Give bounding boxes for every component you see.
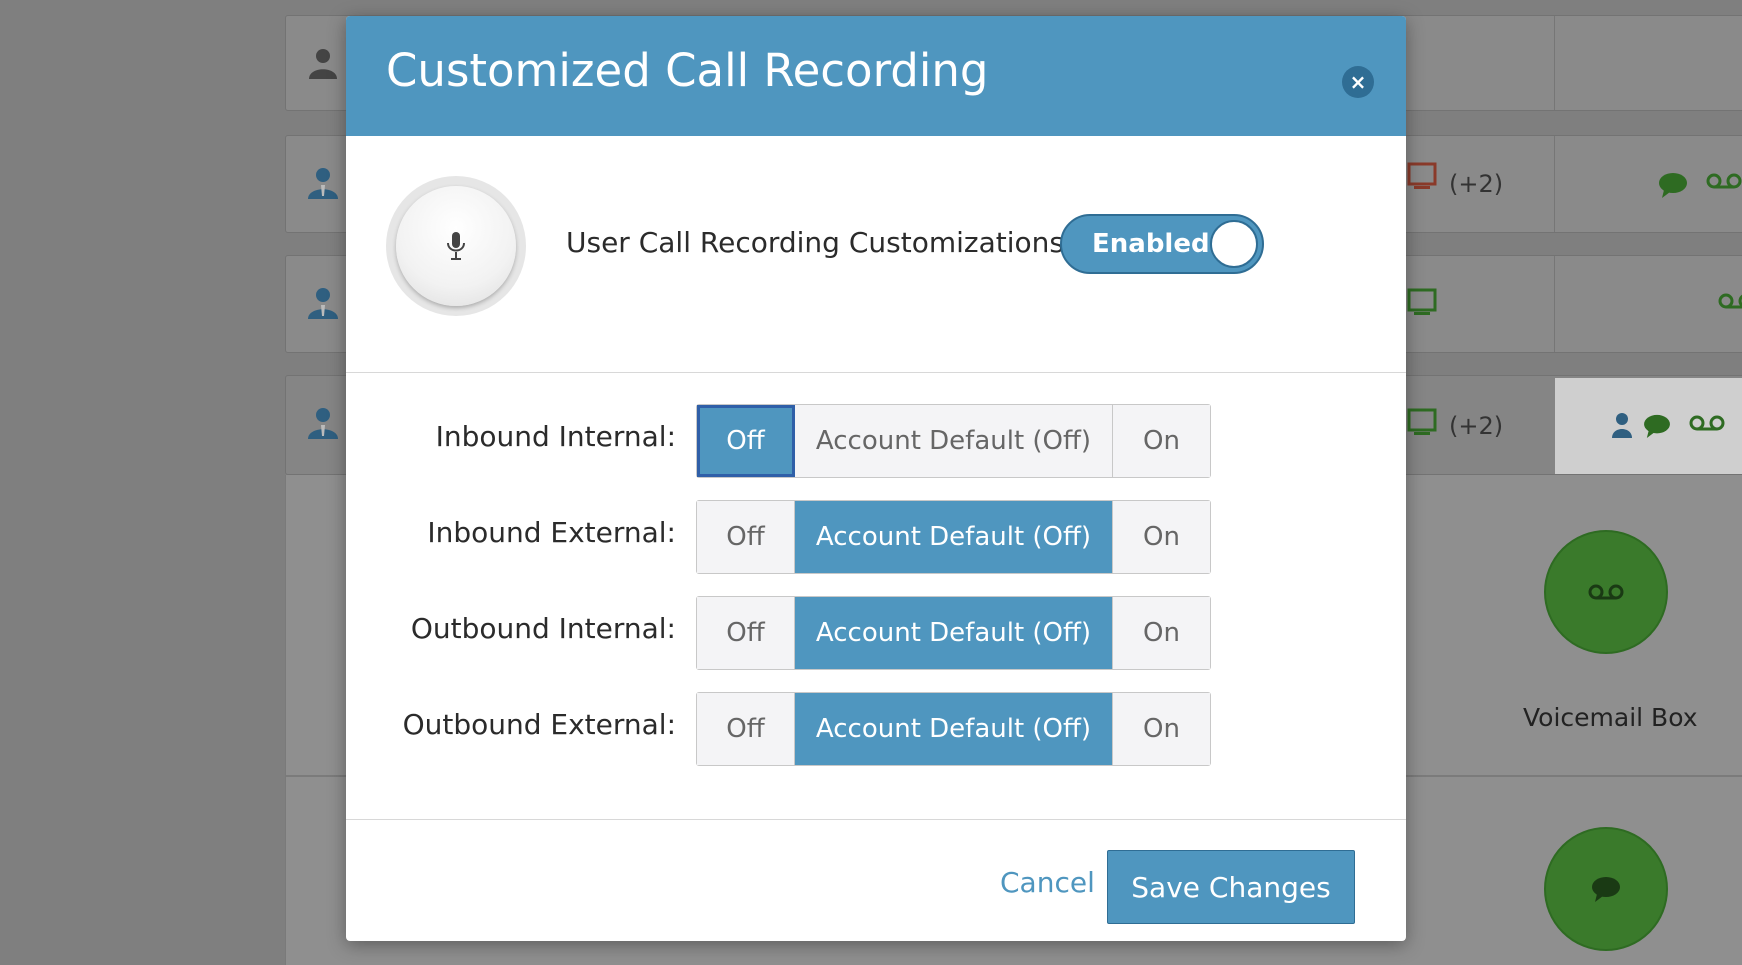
microphone-icon: [447, 232, 465, 260]
segmented-control: Off Account Default (Off) On: [696, 404, 1211, 478]
option-off[interactable]: Off: [697, 405, 795, 477]
modal-title: Customized Call Recording: [386, 44, 989, 97]
phone-screen-icon: [1407, 288, 1437, 315]
setting-row-outbound-internal: Outbound Internal: Off Account Default (…: [346, 596, 1406, 672]
option-on[interactable]: On: [1113, 693, 1210, 765]
option-on[interactable]: On: [1113, 405, 1210, 477]
option-account-default[interactable]: Account Default (Off): [795, 693, 1113, 765]
voicemail-icon: [1706, 173, 1742, 189]
user-icon: [1612, 413, 1632, 438]
voicemail-icon: [1689, 415, 1725, 431]
recording-customizations-label: User Call Recording Customizations: [566, 226, 1064, 259]
voicemail-icon: [1718, 293, 1742, 309]
chat-icon: [1592, 877, 1620, 902]
modal-header: Customized Call Recording ×: [346, 16, 1406, 136]
user-tie-icon: [308, 168, 338, 199]
row-label: Inbound Internal:: [435, 420, 676, 453]
recording-settings: Inbound Internal: Off Account Default (O…: [346, 373, 1406, 820]
option-account-default[interactable]: Account Default (Off): [795, 597, 1113, 669]
user-tie-icon: [308, 288, 338, 319]
user-tie-icon: [308, 408, 338, 439]
phone-screen-icon: [1407, 408, 1437, 435]
chat-icon: [1659, 173, 1687, 198]
voicemail-box-label: Voicemail Box: [1523, 703, 1698, 732]
row-label: Inbound External:: [427, 516, 676, 549]
user-icon: [309, 49, 337, 79]
toggle-label: Enabled: [1092, 229, 1210, 259]
segmented-control: Off Account Default (Off) On: [696, 500, 1211, 574]
enabled-toggle[interactable]: Enabled: [1060, 214, 1264, 274]
close-icon[interactable]: ×: [1342, 66, 1374, 98]
call-recording-modal: Customized Call Recording × User Call Re…: [346, 16, 1406, 941]
bg-selected-cell: [1555, 378, 1742, 474]
segmented-control: Off Account Default (Off) On: [696, 596, 1211, 670]
row-label: Outbound External:: [402, 708, 676, 741]
setting-row-outbound-external: Outbound External: Off Account Default (…: [346, 692, 1406, 768]
option-account-default[interactable]: Account Default (Off): [795, 501, 1113, 573]
modal-footer: Cancel Save Changes: [346, 820, 1406, 941]
option-off[interactable]: Off: [697, 597, 795, 669]
segmented-control: Off Account Default (Off) On: [696, 692, 1211, 766]
option-off[interactable]: Off: [697, 501, 795, 573]
setting-row-inbound-external: Inbound External: Off Account Default (O…: [346, 500, 1406, 576]
row-label: Outbound Internal:: [410, 612, 676, 645]
badge-count: (+2): [1449, 170, 1504, 198]
chat-icon: [1644, 414, 1670, 438]
phone-screen-icon: [1407, 162, 1437, 189]
option-on[interactable]: On: [1113, 597, 1210, 669]
save-changes-button[interactable]: Save Changes: [1107, 850, 1355, 924]
chat-circle: [1544, 827, 1668, 951]
toggle-knob: [1210, 220, 1258, 268]
cancel-button[interactable]: Cancel: [1000, 866, 1095, 899]
option-account-default[interactable]: Account Default (Off): [795, 405, 1113, 477]
voicemail-icon: [1588, 584, 1624, 600]
option-on[interactable]: On: [1113, 501, 1210, 573]
voicemail-circle: [1544, 530, 1668, 654]
microphone-badge: [386, 176, 526, 316]
setting-row-inbound-internal: Inbound Internal: Off Account Default (O…: [346, 404, 1406, 480]
badge-count: (+2): [1449, 412, 1504, 440]
recording-toggle-section: User Call Recording Customizations Enabl…: [346, 136, 1406, 373]
option-off[interactable]: Off: [697, 693, 795, 765]
